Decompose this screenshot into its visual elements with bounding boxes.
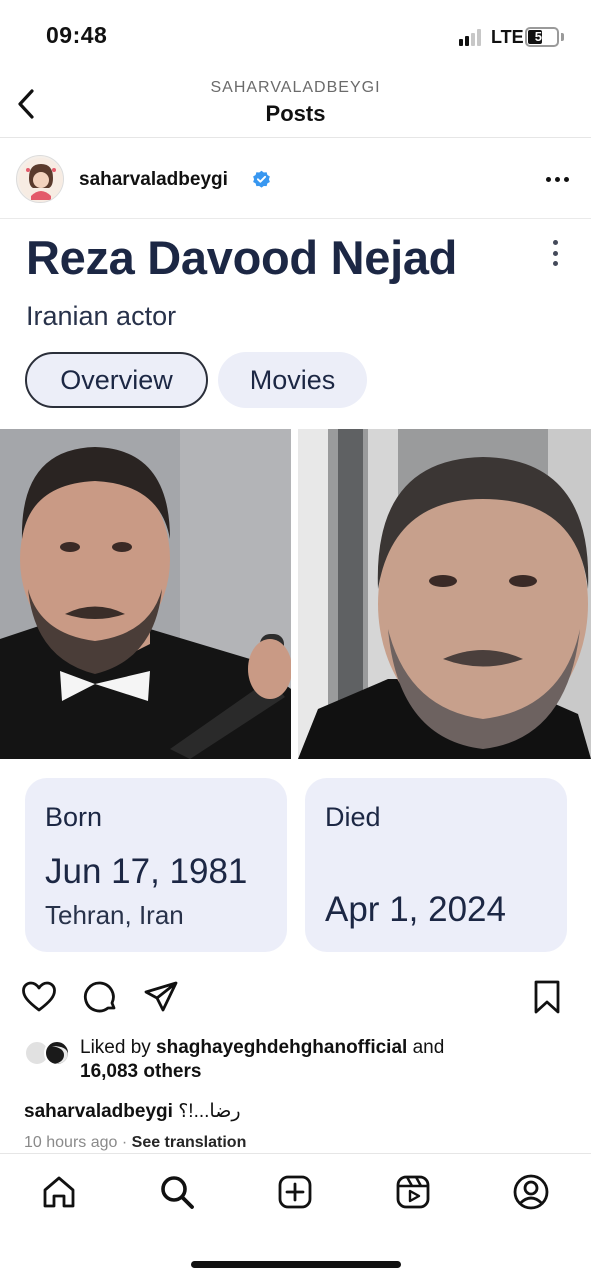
person-description: Iranian actor [26, 301, 177, 331]
person-photo-2 [298, 429, 591, 759]
home-icon [43, 1176, 75, 1208]
post-author-row: saharvaladbeygi [0, 139, 591, 219]
status-time: 09:48 [46, 22, 108, 48]
tab-search[interactable] [157, 1172, 197, 1212]
create-icon [278, 1175, 312, 1209]
tab-reels[interactable] [393, 1172, 433, 1212]
home-indicator[interactable] [191, 1261, 401, 1268]
person-name: Reza Davood Nejad [26, 231, 458, 284]
like-button[interactable] [20, 978, 58, 1016]
caption-text: رضا...!؟ [178, 1101, 241, 1122]
avatar[interactable] [16, 155, 64, 203]
more-horizontal-icon [545, 176, 551, 182]
network-label: LTE [491, 27, 524, 47]
post-actions [0, 972, 591, 1022]
signal-icon [459, 29, 485, 46]
person-photo-1 [0, 429, 291, 759]
battery-percent: 51 [534, 29, 550, 44]
comment-button[interactable] [82, 978, 120, 1016]
profile-icon [513, 1174, 549, 1210]
tab-profile[interactable] [511, 1172, 551, 1212]
born-place: Tehran, Iran [45, 900, 184, 930]
born-label: Born [45, 802, 103, 832]
likes-text: Liked by shaghayeghdehghanofficial and 1… [80, 1036, 560, 1084]
send-icon [144, 981, 178, 1012]
tab-home[interactable] [39, 1172, 79, 1212]
save-button[interactable] [528, 978, 566, 1016]
search-icon [161, 1176, 194, 1209]
caption-username[interactable]: saharvaladbeygi [24, 1101, 173, 1122]
comment-icon [84, 981, 116, 1013]
verified-badge-icon [253, 170, 270, 188]
instagram-post-screen: 09:48 LTE 51 SAHARVALADBEYGI Posts sahar… [0, 0, 591, 1280]
post-caption: saharvaladbeygi رضا...!؟ [24, 1100, 574, 1123]
meta-separator: · [121, 1134, 128, 1151]
bottom-tab-bar [0, 1153, 591, 1229]
see-translation-link[interactable]: See translation [132, 1134, 247, 1151]
likes-and: and [407, 1037, 445, 1058]
died-card: Died Apr 1, 2024 [305, 778, 567, 952]
liker-avatar [44, 1040, 70, 1066]
born-card: Born Jun 17, 1981 Tehran, Iran [25, 778, 287, 952]
reels-icon [396, 1175, 430, 1209]
posts-header: SAHARVALADBEYGI Posts [0, 70, 591, 138]
battery-nub [561, 33, 564, 41]
more-vertical-icon [547, 240, 563, 266]
header-username: SAHARVALADBEYGI [210, 79, 381, 96]
tab-create[interactable] [275, 1172, 315, 1212]
tab-overview: Overview [25, 352, 208, 408]
post-meta: 10 hours ago · See translation [24, 1134, 246, 1152]
battery-icon: 51 [525, 27, 559, 47]
status-bar: 09:48 LTE 51 [0, 0, 591, 70]
born-date: Jun 17, 1981 [45, 852, 248, 891]
heart-icon [22, 981, 56, 1012]
died-label: Died [325, 802, 381, 832]
liker-username[interactable]: shaghayeghdehghanofficial [156, 1037, 407, 1058]
tab-movies: Movies [218, 352, 367, 408]
post-image[interactable]: Reza Davood Nejad Iranian actor Overview… [0, 220, 591, 962]
likes-row[interactable]: Liked by shaghayeghdehghanofficial and 1… [0, 1036, 591, 1088]
likes-prefix: Liked by [80, 1037, 157, 1058]
likes-count[interactable]: 16,083 others [80, 1061, 201, 1082]
share-button[interactable] [142, 978, 180, 1016]
avatar-illustration [19, 158, 63, 202]
post-time: 10 hours ago [24, 1134, 118, 1151]
more-options-button[interactable] [537, 167, 577, 191]
page-title: Posts [265, 101, 326, 126]
author-username[interactable]: saharvaladbeygi [79, 169, 228, 191]
bookmark-icon [534, 980, 560, 1014]
died-date: Apr 1, 2024 [325, 890, 506, 929]
